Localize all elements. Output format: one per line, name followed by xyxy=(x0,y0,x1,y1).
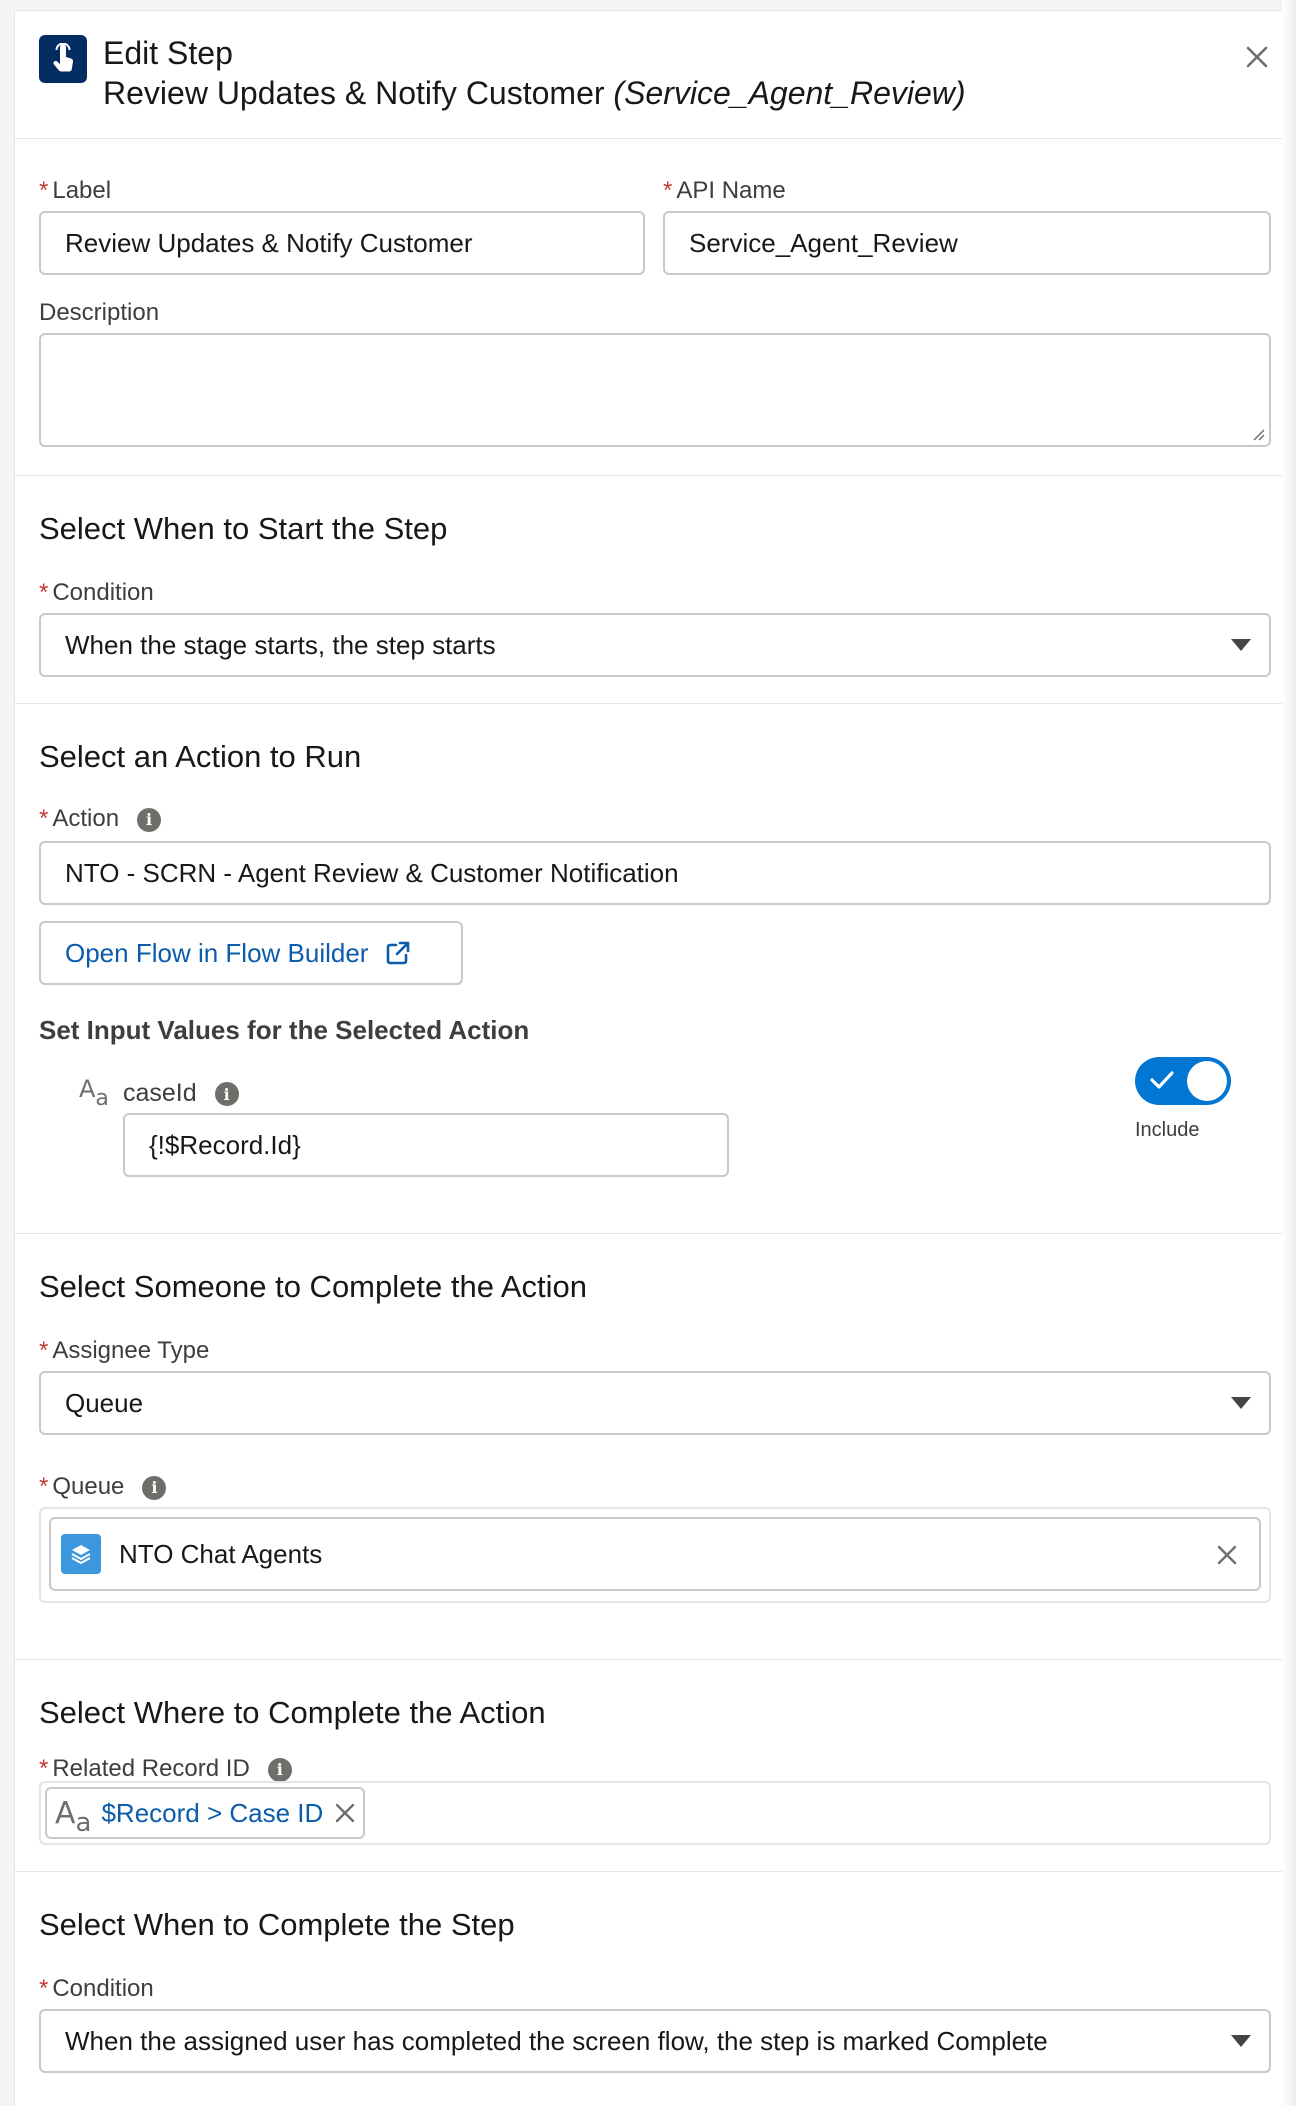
related-record-pill[interactable]: Aa $Record > Case ID xyxy=(45,1787,366,1839)
info-icon[interactable]: i xyxy=(142,1475,167,1500)
step-label-text: Review Updates & Notify Customer xyxy=(103,75,605,111)
required-marker: * xyxy=(39,579,49,606)
queue-selection-pill[interactable]: NTO Chat Agents xyxy=(49,1517,1261,1591)
chevron-down-icon xyxy=(1231,2035,1251,2047)
include-toggle[interactable] xyxy=(1135,1057,1231,1105)
required-marker: * xyxy=(39,805,49,832)
description-field-label: Description xyxy=(39,299,160,326)
close-button[interactable] xyxy=(1237,37,1277,77)
remove-icon[interactable] xyxy=(1217,1545,1237,1565)
info-icon[interactable]: i xyxy=(267,1757,292,1782)
panel-title: Edit Step xyxy=(103,35,233,71)
text-type-icon: Aa xyxy=(79,1075,109,1111)
related-record-input[interactable]: Aa $Record > Case ID xyxy=(39,1781,1271,1845)
required-marker: * xyxy=(39,1755,49,1782)
info-icon[interactable]: i xyxy=(214,1082,239,1107)
queue-lookup: NTO Chat Agents xyxy=(39,1507,1271,1603)
where-section-title: Select Where to Complete the Action xyxy=(39,1695,546,1730)
caseid-input-label: caseId i xyxy=(123,1079,239,1108)
assignee-section-title: Select Someone to Complete the Action xyxy=(39,1269,587,1304)
section-divider xyxy=(15,1871,1296,1872)
info-icon[interactable]: i xyxy=(137,807,162,832)
action-input[interactable]: NTO - SCRN - Agent Review & Customer Not… xyxy=(39,841,1271,905)
section-divider xyxy=(15,475,1296,476)
assignee-type-value: Queue xyxy=(65,1387,144,1418)
chevron-down-icon xyxy=(1231,1397,1251,1409)
queue-value: NTO Chat Agents xyxy=(119,1538,323,1569)
required-marker: * xyxy=(39,1337,49,1364)
assignee-type-label: * Assignee Type xyxy=(39,1337,210,1364)
checkmark-icon xyxy=(1150,1071,1174,1089)
edit-step-panel: Edit Step Review Updates & Notify Custom… xyxy=(14,10,1296,2106)
close-icon xyxy=(1246,46,1268,68)
section-divider xyxy=(15,1659,1296,1660)
section-divider xyxy=(15,1233,1296,1234)
queue-field-label: * Queue i xyxy=(39,1473,167,1501)
panel-subtitle: Review Updates & Notify Customer (Servic… xyxy=(103,75,966,112)
open-flow-builder-label: Open Flow in Flow Builder xyxy=(65,937,369,968)
action-field-label: * Action i xyxy=(39,805,162,833)
external-link-icon xyxy=(387,941,410,965)
input-values-heading: Set Input Values for the Selected Action xyxy=(39,1015,530,1045)
label-field-label: * Label xyxy=(39,177,112,204)
start-condition-label: * Condition xyxy=(39,579,154,606)
complete-section-title: Select When to Complete the Step xyxy=(39,1907,515,1942)
description-textarea[interactable] xyxy=(39,333,1271,447)
queue-stack-icon xyxy=(61,1534,101,1574)
api-name-input[interactable]: Service_Agent_Review xyxy=(663,211,1271,275)
required-marker: * xyxy=(39,1975,49,2002)
related-record-value: $Record > Case ID xyxy=(101,1797,324,1828)
caseid-value-input[interactable]: {!$Record.Id} xyxy=(123,1113,729,1177)
panel-edge-shadow xyxy=(1282,0,1296,2106)
panel-header: Edit Step Review Updates & Notify Custom… xyxy=(15,11,1296,139)
related-record-label: * Related Record ID i xyxy=(39,1755,292,1783)
resize-grip-icon[interactable] xyxy=(1249,425,1265,441)
toggle-knob xyxy=(1187,1061,1227,1101)
remove-icon[interactable] xyxy=(335,1803,355,1823)
section-divider xyxy=(15,703,1296,704)
start-condition-select[interactable]: When the stage starts, the step starts xyxy=(39,613,1271,677)
required-marker: * xyxy=(39,177,49,204)
include-label: Include xyxy=(1135,1119,1200,1141)
label-input[interactable]: Review Updates & Notify Customer xyxy=(39,211,645,275)
start-condition-value: When the stage starts, the step starts xyxy=(65,629,496,660)
open-flow-builder-button[interactable]: Open Flow in Flow Builder xyxy=(39,921,463,985)
required-marker: * xyxy=(39,1473,49,1500)
required-marker: * xyxy=(663,177,673,204)
complete-condition-label: * Condition xyxy=(39,1975,154,2002)
text-type-icon: Aa xyxy=(55,1795,92,1838)
start-section-title: Select When to Start the Step xyxy=(39,511,448,546)
step-api-name-text: (Service_Agent_Review) xyxy=(613,75,966,111)
complete-condition-select[interactable]: When the assigned user has completed the… xyxy=(39,2009,1271,2073)
touch-hand-icon xyxy=(39,35,87,83)
action-section-title: Select an Action to Run xyxy=(39,739,362,774)
api-name-field-label: * API Name xyxy=(663,177,786,204)
complete-condition-value: When the assigned user has completed the… xyxy=(65,2025,1048,2056)
assignee-type-select[interactable]: Queue xyxy=(39,1371,1271,1435)
chevron-down-icon xyxy=(1231,639,1251,651)
